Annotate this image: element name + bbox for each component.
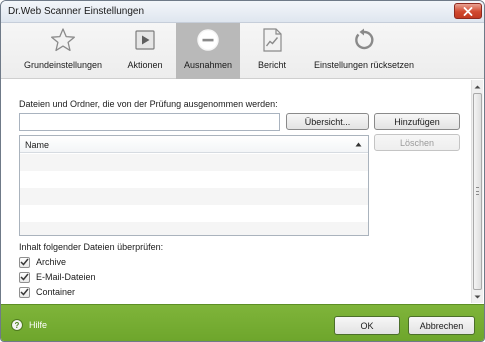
arrow-down-icon [474,295,481,298]
tab-bericht[interactable]: Bericht [249,23,295,79]
scroll-down-button[interactable] [472,291,483,302]
footer-bar: ? Hilfe OK Abbrechen [1,304,484,341]
checkmark-icon [20,273,29,281]
ok-button[interactable]: OK [334,316,400,335]
option-archive[interactable]: Archive [19,256,66,268]
minus-circle-icon [197,29,219,51]
list-header[interactable]: Name [20,136,368,153]
reset-icon [355,28,374,50]
scroll-thumb[interactable] [473,93,482,290]
help-link[interactable]: ? Hilfe [11,319,47,331]
close-button[interactable] [454,3,482,19]
list-row [20,171,368,188]
list-row [20,154,368,171]
archive-label: Archive [36,257,67,267]
browse-button[interactable]: Übersicht... [286,113,369,130]
content-check-heading: Inhalt folgender Dateien überprüfen: [19,242,164,252]
container-label: Container [36,287,76,297]
tab-label: Grundeinstellungen [23,60,103,70]
column-name-header[interactable]: Name [25,140,49,150]
window-title: Dr.Web Scanner Einstellungen [8,6,145,17]
tab-label: Ausnahmen [183,60,233,70]
vertical-scrollbar[interactable] [471,80,483,303]
cancel-button[interactable]: Abbrechen [408,316,475,335]
close-icon [463,6,473,16]
tab-ausnahmen[interactable]: Ausnahmen [176,23,240,79]
email-files-checkbox[interactable] [19,271,30,283]
exclusion-list[interactable]: Name [19,135,369,236]
sort-ascending-icon [355,142,362,147]
tab-label: Einstellungen rücksetzen [313,60,415,70]
star-icon [51,28,75,52]
exclusions-heading: Dateien und Ordner, die von der Prüfung … [19,99,278,109]
arrow-up-icon [474,85,481,88]
scroll-up-button[interactable] [472,81,483,92]
path-input[interactable] [19,113,280,131]
archive-checkbox[interactable] [19,256,30,268]
option-container[interactable]: Container [19,286,75,298]
checkmark-icon [20,258,29,266]
play-icon [135,30,155,50]
help-label: Hilfe [29,320,48,330]
tab-label: Aktionen [127,60,163,70]
list-row [20,222,368,235]
delete-button[interactable]: Löschen [374,134,460,151]
add-button[interactable]: Hinzufügen [374,113,460,130]
option-email-files[interactable]: E-Mail-Dateien [19,271,96,283]
settings-window: Dr.Web Scanner Einstellungen Grundeinste… [0,0,485,342]
container-checkbox[interactable] [19,286,30,298]
list-row [20,205,368,222]
help-icon: ? [11,319,23,331]
tab-einstellungen-ruecksetzen[interactable]: Einstellungen rücksetzen [304,23,424,79]
scroll-grip [476,187,479,195]
list-row [20,188,368,205]
tab-aktionen[interactable]: Aktionen [119,23,171,79]
checkmark-icon [20,288,29,296]
email-files-label: E-Mail-Dateien [36,272,96,282]
tab-label: Bericht [257,60,286,70]
tab-grundeinstellungen[interactable]: Grundeinstellungen [11,23,115,79]
toolbar: Grundeinstellungen Aktionen Ausnahmen Be… [1,23,484,79]
report-chart-icon [263,28,282,52]
title-bar: Dr.Web Scanner Einstellungen [1,1,484,23]
